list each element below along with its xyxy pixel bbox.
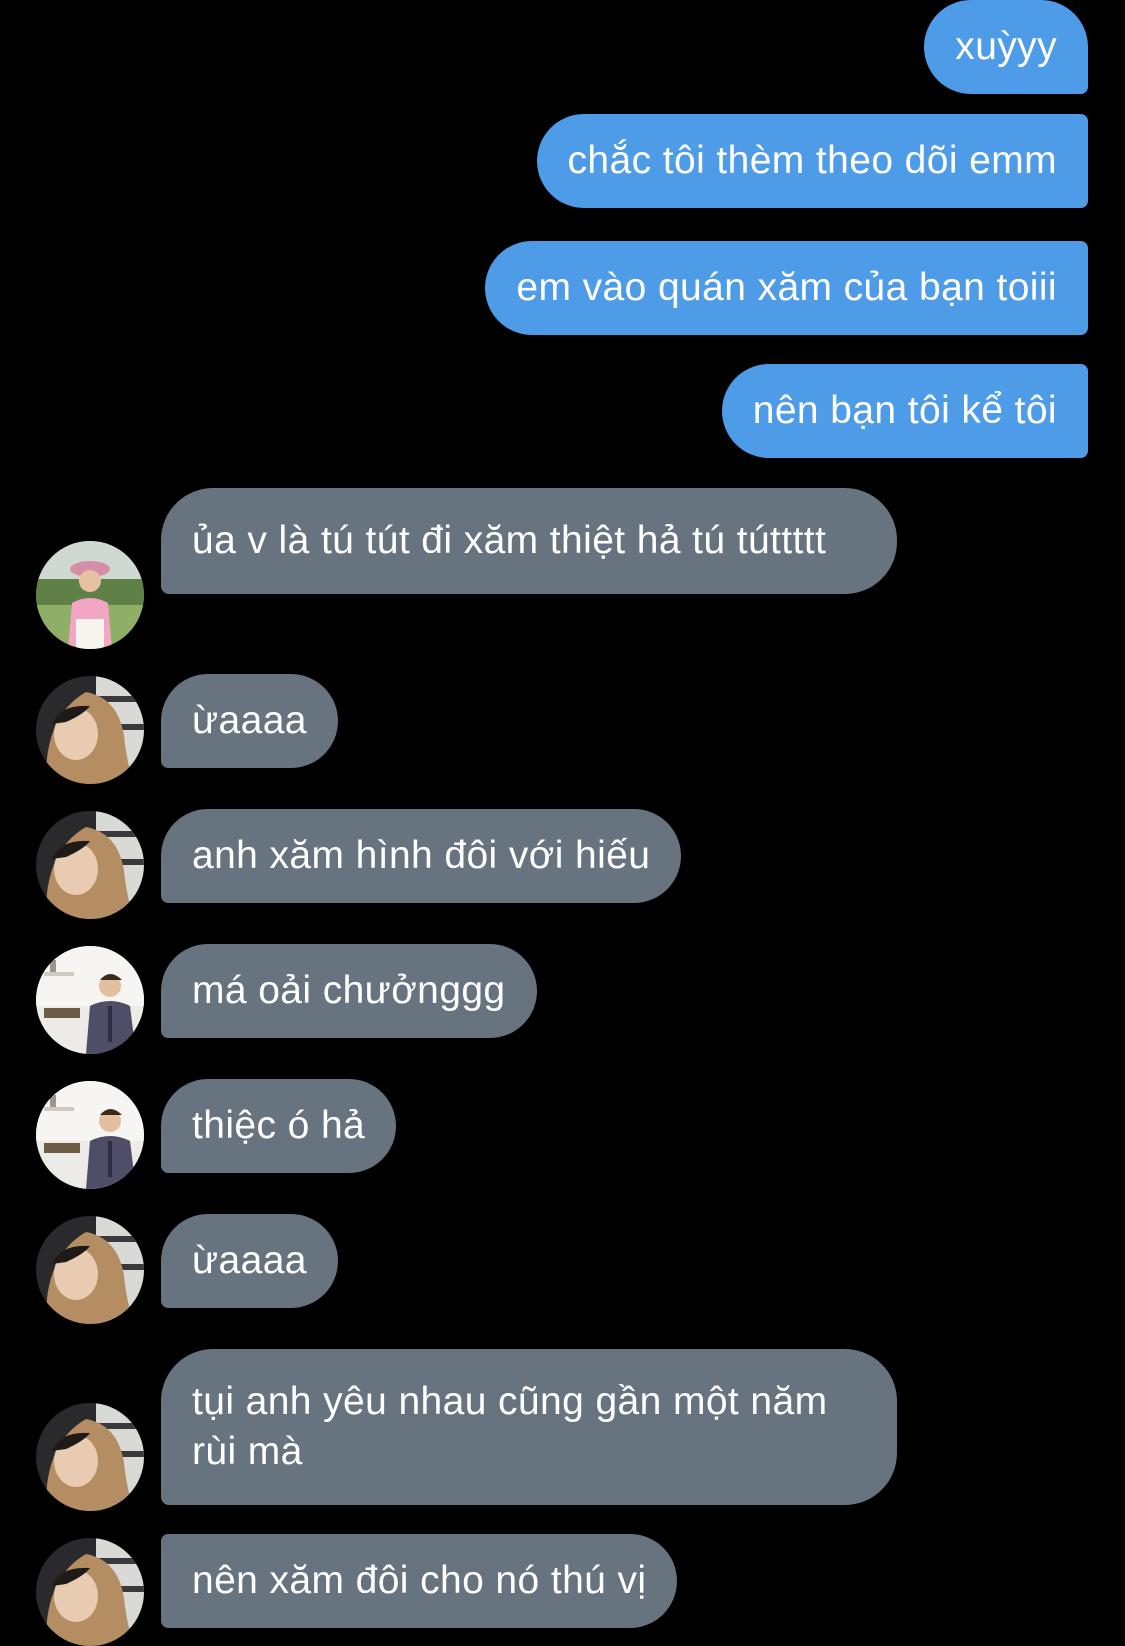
incoming-message-bubble[interactable]: ừaaaa: [161, 1214, 338, 1308]
jacket-avatar-photo: [36, 1081, 144, 1189]
pink-shirt-avatar[interactable]: [36, 541, 144, 649]
message-thread[interactable]: xuỳyy chắc tôi thèm theo dõi emm em vào …: [0, 0, 1125, 1646]
incoming-message-bubble[interactable]: thiệc ó hả: [161, 1079, 397, 1173]
hoodie-avatar[interactable]: [36, 1216, 144, 1324]
hoodie-avatar[interactable]: [36, 811, 144, 919]
hoodie-avatar-photo: [36, 811, 144, 919]
hoodie-avatar[interactable]: [36, 676, 144, 784]
incoming-message-bubble[interactable]: tụi anh yêu nhau cũng gần một năm rùi mà: [161, 1349, 897, 1505]
hoodie-avatar[interactable]: [36, 1538, 144, 1646]
incoming-message-bubble[interactable]: ủa v là tú tút đi xăm thiệt hả tú tútttt…: [161, 488, 897, 594]
incoming-message-bubble[interactable]: anh xăm hình đôi với hiếu: [161, 809, 682, 903]
outgoing-message-bubble[interactable]: em vào quán xăm của bạn toiii: [485, 241, 1088, 335]
incoming-message-bubble[interactable]: ừaaaa: [161, 674, 338, 768]
outgoing-message-bubble[interactable]: xuỳyy: [924, 0, 1088, 94]
hoodie-avatar-photo: [36, 676, 144, 784]
outgoing-message-bubble[interactable]: nên bạn tôi kể tôi: [721, 364, 1088, 458]
outgoing-message-bubble[interactable]: chắc tôi thèm theo dõi emm: [536, 114, 1088, 208]
jacket-avatar[interactable]: [36, 946, 144, 1054]
jacket-avatar[interactable]: [36, 1081, 144, 1189]
hoodie-avatar[interactable]: [36, 1403, 144, 1511]
incoming-message-bubble[interactable]: nên xăm đôi cho nó thú vị: [161, 1534, 678, 1628]
hoodie-avatar-photo: [36, 1403, 144, 1511]
jacket-avatar-photo: [36, 946, 144, 1054]
pink-shirt-avatar-photo: [36, 541, 144, 649]
hoodie-avatar-photo: [36, 1216, 144, 1324]
incoming-message-bubble[interactable]: má oải chưởnggg: [161, 944, 537, 1038]
hoodie-avatar-photo: [36, 1538, 144, 1646]
